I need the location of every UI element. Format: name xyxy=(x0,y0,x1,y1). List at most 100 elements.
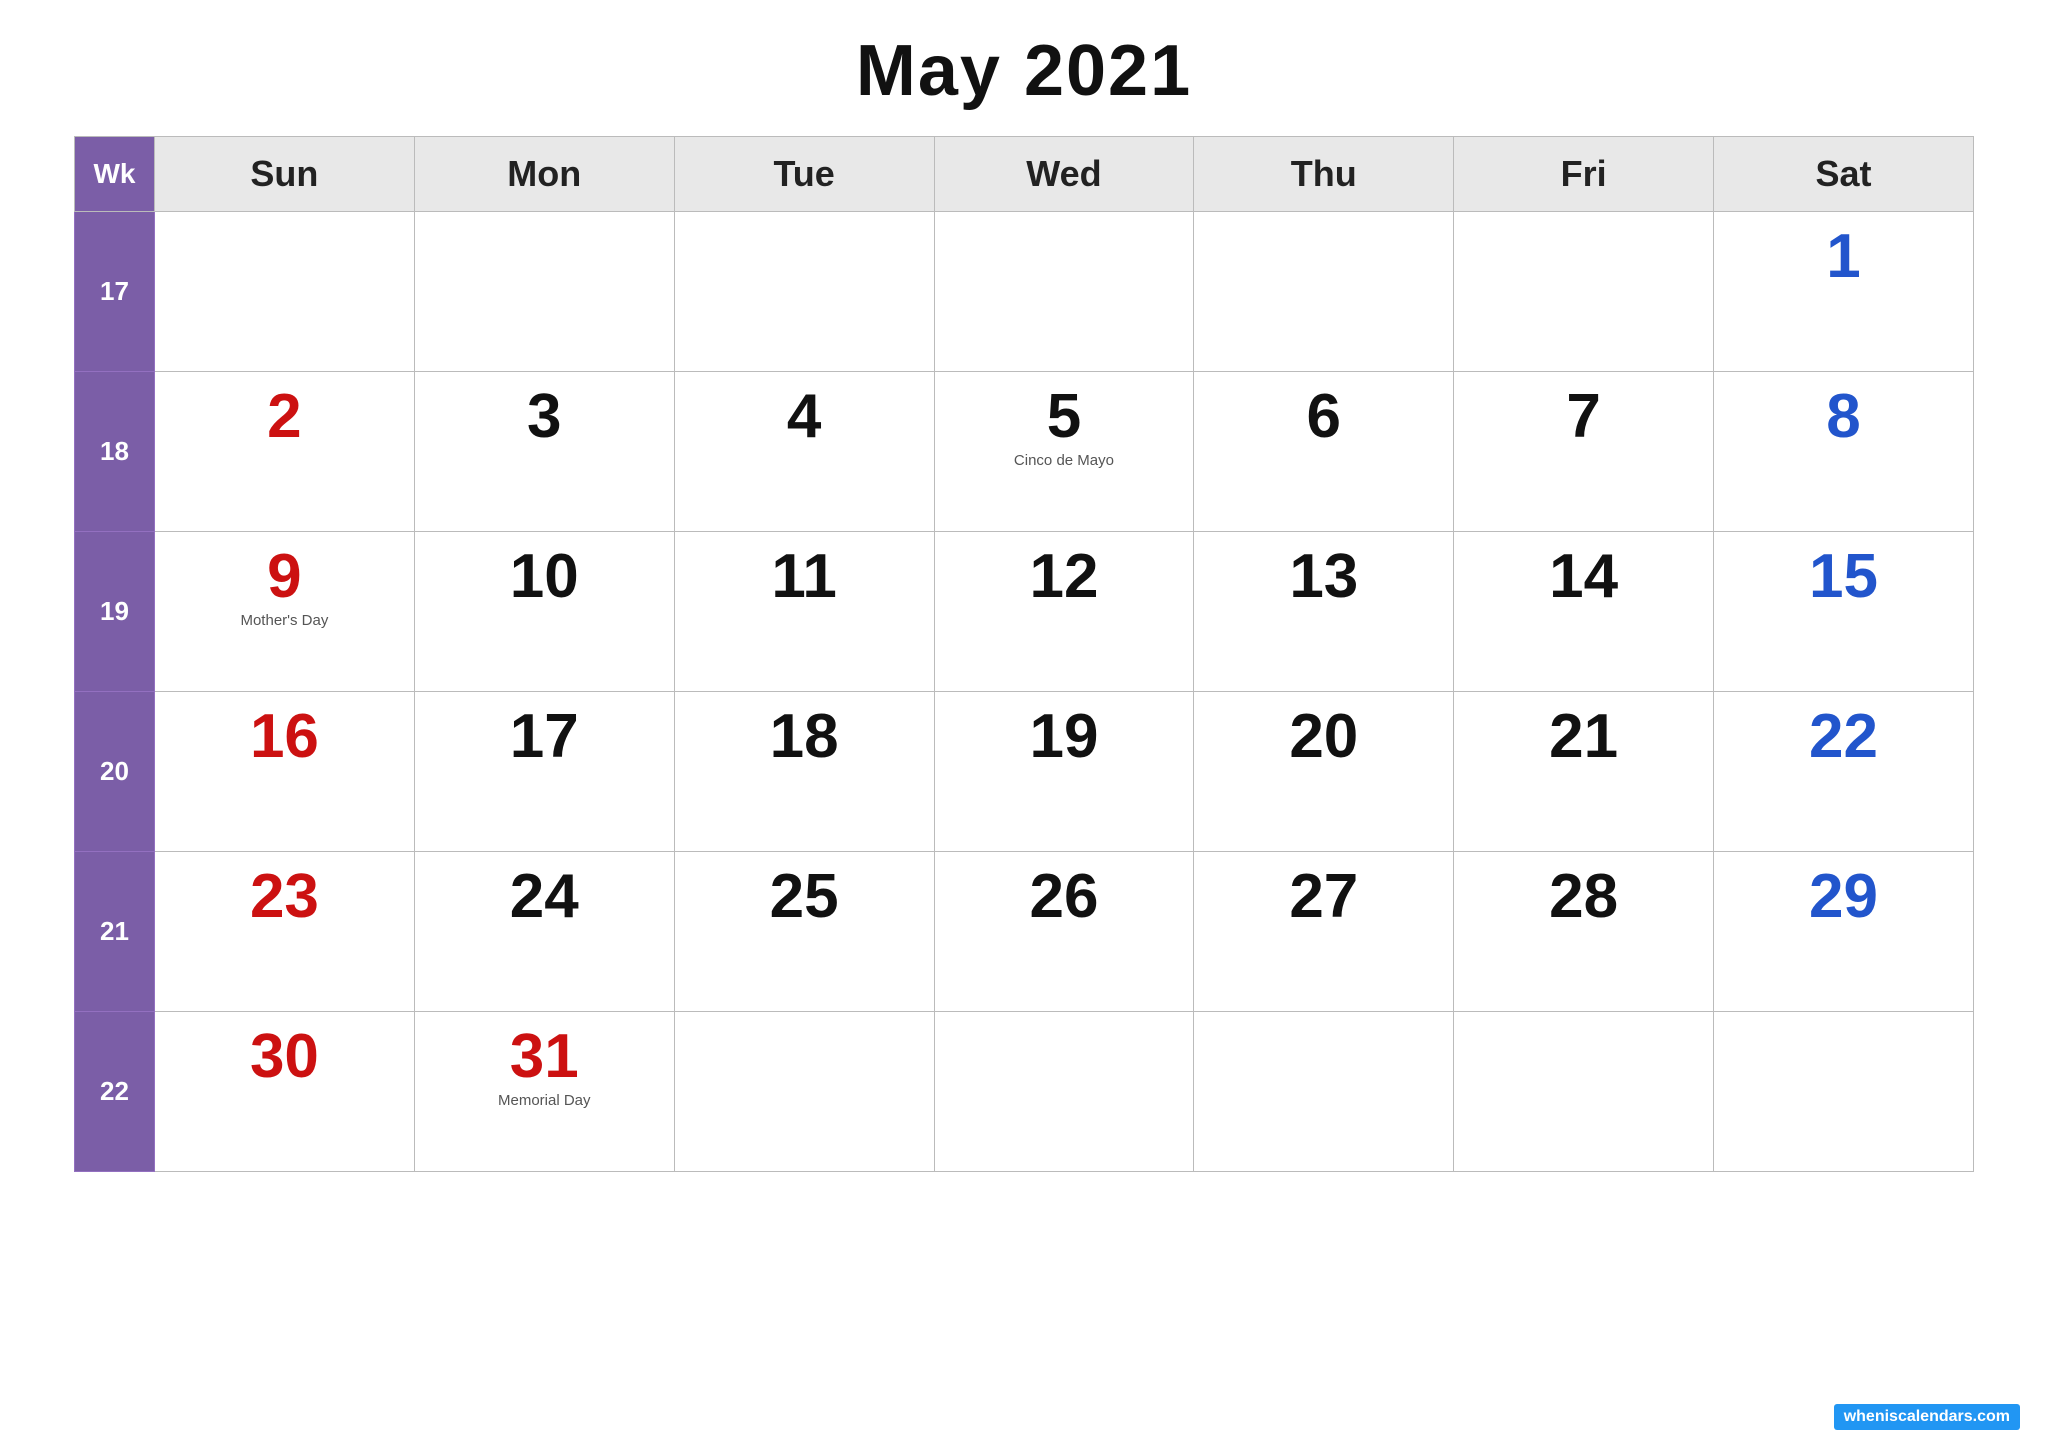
day-cell[interactable]: 23 xyxy=(155,852,415,1012)
day-cell[interactable]: 15 xyxy=(1714,532,1974,692)
page-title: May 2021 xyxy=(856,30,1192,112)
day-cell[interactable]: 10 xyxy=(414,532,674,692)
day-number: 17 xyxy=(425,706,664,768)
header-row: Wk SunMonTueWedThuFriSat xyxy=(75,137,1974,212)
day-cell[interactable]: 4 xyxy=(674,372,934,532)
day-cell[interactable]: 6 xyxy=(1194,372,1454,532)
day-cell[interactable] xyxy=(1454,212,1714,372)
day-cell[interactable]: 12 xyxy=(934,532,1194,692)
week-row-17: 17 1 xyxy=(75,212,1974,372)
day-cell[interactable]: 20 xyxy=(1194,692,1454,852)
day-number: 24 xyxy=(425,866,664,928)
day-number: 18 xyxy=(685,706,924,768)
day-number: 31 xyxy=(425,1026,664,1088)
day-cell[interactable]: 24 xyxy=(414,852,674,1012)
day-cell[interactable] xyxy=(1454,1012,1714,1172)
day-number: 20 xyxy=(1204,706,1443,768)
day-cell[interactable] xyxy=(1714,1012,1974,1172)
day-cell[interactable] xyxy=(155,212,415,372)
day-cell[interactable] xyxy=(934,212,1194,372)
day-number: 3 xyxy=(425,386,664,448)
day-number: 4 xyxy=(685,386,924,448)
day-cell[interactable]: 31 Memorial Day xyxy=(414,1012,674,1172)
calendar-wrapper: Wk SunMonTueWedThuFriSat 171182345Cinco … xyxy=(74,136,1974,1172)
week-number-18: 18 xyxy=(75,372,155,532)
week-row-20: 2016171819202122 xyxy=(75,692,1974,852)
day-cell[interactable]: 11 xyxy=(674,532,934,692)
week-row-21: 2123 24 25 26 27 28 29 xyxy=(75,852,1974,1012)
week-number-17: 17 xyxy=(75,212,155,372)
day-number: 19 xyxy=(945,706,1184,768)
day-header-mon: Mon xyxy=(414,137,674,212)
day-number: 9 xyxy=(165,546,404,608)
week-number-21: 21 xyxy=(75,852,155,1012)
day-cell[interactable] xyxy=(1194,212,1454,372)
day-number: 29 xyxy=(1724,866,1963,928)
week-row-18: 182345 Cinco de Mayo 678 xyxy=(75,372,1974,532)
day-cell[interactable]: 5 Cinco de Mayo xyxy=(934,372,1194,532)
holiday-label: Mother's Day xyxy=(165,612,404,629)
day-number: 10 xyxy=(425,546,664,608)
day-cell[interactable]: 18 xyxy=(674,692,934,852)
week-number-19: 19 xyxy=(75,532,155,692)
day-number: 30 xyxy=(165,1026,404,1088)
day-header-fri: Fri xyxy=(1454,137,1714,212)
day-number: 8 xyxy=(1724,386,1963,448)
week-number-20: 20 xyxy=(75,692,155,852)
day-header-tue: Tue xyxy=(674,137,934,212)
day-number: 21 xyxy=(1464,706,1703,768)
day-number: 27 xyxy=(1204,866,1443,928)
day-number: 13 xyxy=(1204,546,1443,608)
week-row-22: 2230 31 Memorial Day xyxy=(75,1012,1974,1172)
day-cell[interactable]: 27 xyxy=(1194,852,1454,1012)
day-cell[interactable]: 1 xyxy=(1714,212,1974,372)
day-cell[interactable]: 8 xyxy=(1714,372,1974,532)
day-number: 1 xyxy=(1724,226,1963,288)
week-row-19: 199 Mother's Day 10 11 12 13 1415 xyxy=(75,532,1974,692)
day-cell[interactable]: 29 xyxy=(1714,852,1974,1012)
day-number: 7 xyxy=(1464,386,1703,448)
day-cell[interactable]: 13 xyxy=(1194,532,1454,692)
calendar-table: Wk SunMonTueWedThuFriSat 171182345Cinco … xyxy=(74,136,1974,1172)
day-number: 23 xyxy=(165,866,404,928)
day-header-wed: Wed xyxy=(934,137,1194,212)
day-cell[interactable]: 22 xyxy=(1714,692,1974,852)
day-cell[interactable]: 3 xyxy=(414,372,674,532)
day-header-thu: Thu xyxy=(1194,137,1454,212)
day-number: 11 xyxy=(685,546,924,608)
day-number: 16 xyxy=(165,706,404,768)
day-number: 25 xyxy=(685,866,924,928)
day-number: 2 xyxy=(165,386,404,448)
wk-header: Wk xyxy=(75,137,155,212)
day-number: 5 xyxy=(945,386,1184,448)
day-number: 28 xyxy=(1464,866,1703,928)
day-cell[interactable]: 30 xyxy=(155,1012,415,1172)
day-number: 6 xyxy=(1204,386,1443,448)
day-cell[interactable]: 2 xyxy=(155,372,415,532)
day-cell[interactable]: 19 xyxy=(934,692,1194,852)
day-number: 22 xyxy=(1724,706,1963,768)
day-header-sat: Sat xyxy=(1714,137,1974,212)
week-number-22: 22 xyxy=(75,1012,155,1172)
day-cell[interactable]: 9 Mother's Day xyxy=(155,532,415,692)
day-cell[interactable]: 28 xyxy=(1454,852,1714,1012)
day-cell[interactable]: 16 xyxy=(155,692,415,852)
day-cell[interactable] xyxy=(414,212,674,372)
day-cell[interactable] xyxy=(1194,1012,1454,1172)
day-cell[interactable]: 25 xyxy=(674,852,934,1012)
holiday-label: Cinco de Mayo xyxy=(945,452,1184,469)
day-number: 26 xyxy=(945,866,1184,928)
watermark: wheniscalendars.com xyxy=(1834,1404,2020,1430)
day-cell[interactable] xyxy=(934,1012,1194,1172)
day-cell[interactable]: 7 xyxy=(1454,372,1714,532)
day-cell[interactable]: 26 xyxy=(934,852,1194,1012)
day-number: 14 xyxy=(1464,546,1703,608)
day-cell[interactable]: 14 xyxy=(1454,532,1714,692)
day-cell[interactable]: 21 xyxy=(1454,692,1714,852)
day-number: 12 xyxy=(945,546,1184,608)
day-cell[interactable] xyxy=(674,212,934,372)
day-header-sun: Sun xyxy=(155,137,415,212)
day-cell[interactable] xyxy=(674,1012,934,1172)
day-cell[interactable]: 17 xyxy=(414,692,674,852)
holiday-label: Memorial Day xyxy=(425,1092,664,1109)
